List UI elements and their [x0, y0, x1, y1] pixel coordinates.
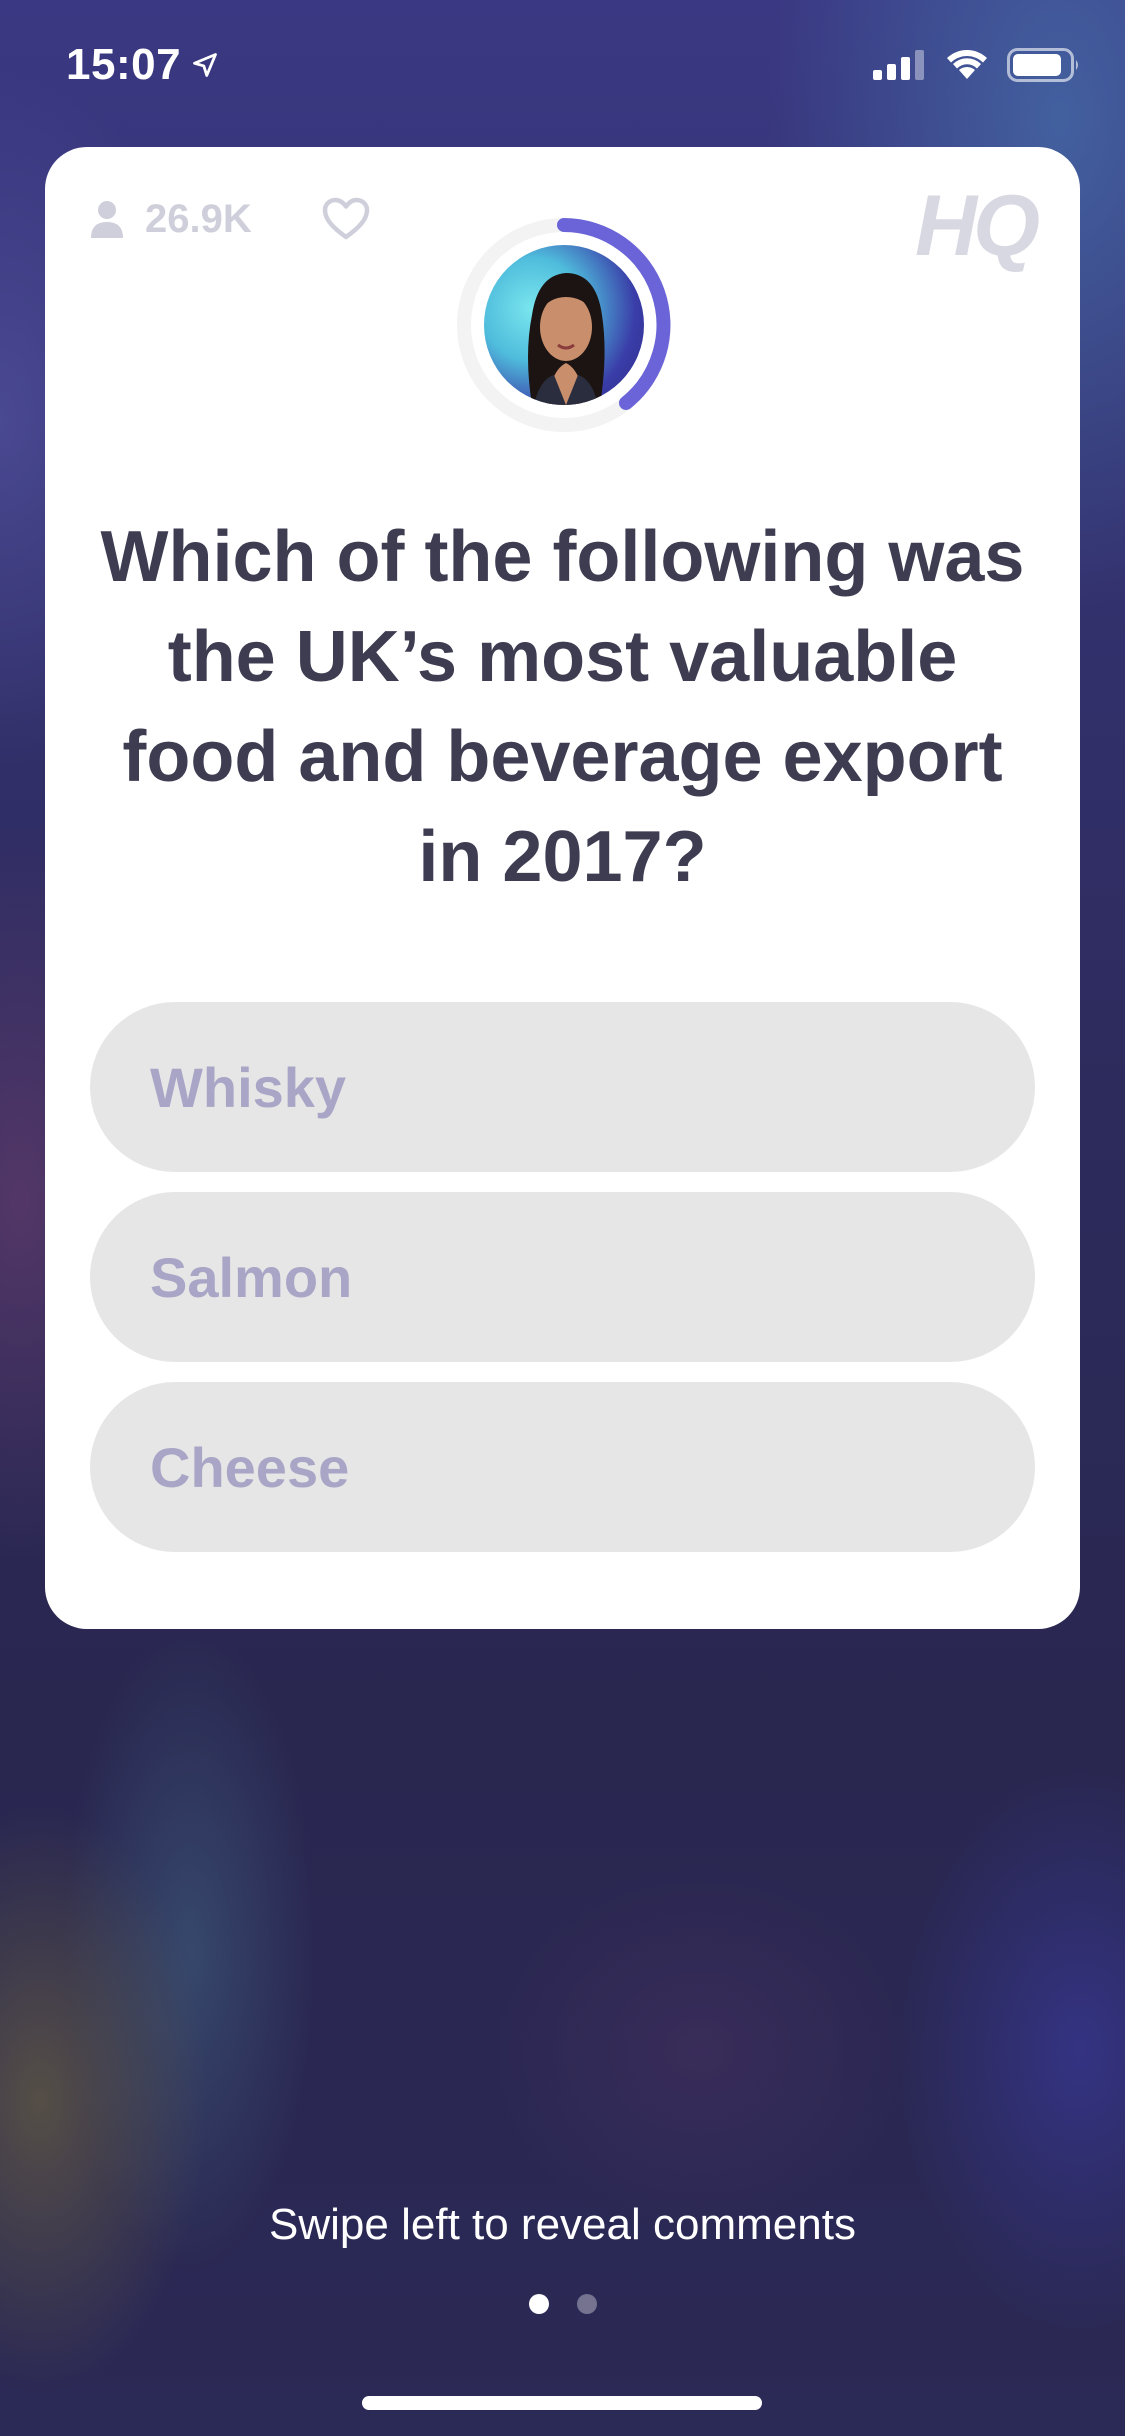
question-card: 26.9K HQ Which of the following was the …: [45, 147, 1080, 1629]
answer-option-3[interactable]: Cheese: [90, 1382, 1035, 1552]
status-time: 15:07: [66, 40, 219, 90]
hq-logo: HQ: [915, 178, 1040, 274]
answer-option-2[interactable]: Salmon: [90, 1192, 1035, 1362]
status-icons: [873, 48, 1081, 82]
viewer-count: 26.9K: [89, 197, 252, 242]
home-indicator[interactable]: [362, 2396, 762, 2410]
answer-label: Whisky: [150, 1055, 347, 1119]
cellular-signal-icon: [873, 50, 924, 80]
location-arrow-icon: [193, 53, 217, 77]
answer-label: Salmon: [150, 1245, 353, 1309]
heart-icon[interactable]: [322, 197, 370, 241]
host-timer: [454, 215, 674, 435]
wifi-icon: [947, 50, 987, 79]
answer-label: Cheese: [150, 1435, 350, 1499]
status-time-text: 15:07: [66, 40, 182, 89]
battery-icon: [1007, 48, 1078, 82]
viewer-count-text: 26.9K: [145, 197, 252, 241]
question-text: Which of the following was the UK’s most…: [100, 517, 1025, 897]
page-dot-1[interactable]: [528, 2294, 549, 2314]
page-dot-2[interactable]: [576, 2294, 597, 2314]
answer-option-1[interactable]: Whisky: [90, 1002, 1035, 1172]
page-indicator[interactable]: [0, 2294, 1125, 2314]
swipe-hint: Swipe left to reveal comments: [269, 2200, 856, 2249]
person-icon: [91, 200, 123, 238]
host-avatar: [484, 245, 644, 405]
